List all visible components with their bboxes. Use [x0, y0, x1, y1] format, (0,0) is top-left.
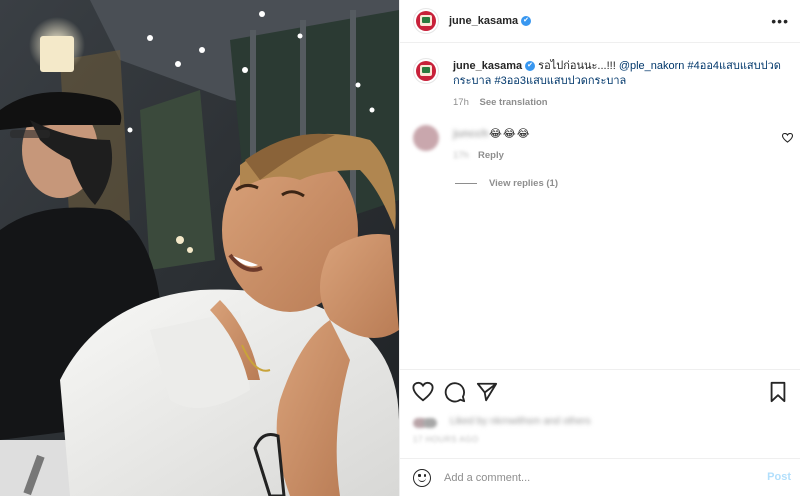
- caption-body: june_kasama ✔ รอไปก่อนนะ...!!! @ple_nakor…: [453, 59, 798, 110]
- reply-button[interactable]: Reply: [478, 150, 504, 161]
- photo-illustration: [0, 0, 399, 496]
- comment-icon[interactable]: [444, 381, 466, 403]
- post-photo[interactable]: [0, 0, 399, 496]
- emoji-icon[interactable]: [413, 469, 431, 487]
- share-icon[interactable]: [476, 381, 498, 403]
- instagram-post-modal: june_kasama ✔ ••• june_kasama ✔ รอไปก่อนน…: [0, 0, 800, 496]
- post-timestamp[interactable]: 17 HOURS AGO: [413, 435, 479, 444]
- caption-time[interactable]: 17h: [453, 97, 469, 108]
- author-avatar[interactable]: [413, 8, 439, 34]
- more-options-icon[interactable]: •••: [771, 13, 789, 29]
- comment-text: 😂😂😂: [489, 128, 531, 140]
- comment-item: juncch 😂😂😂 17h Reply: [413, 125, 793, 165]
- liked-by-text[interactable]: Liked by nkrnwithsm and others: [450, 416, 591, 427]
- heart-icon[interactable]: [412, 381, 434, 403]
- verified-icon: ✔: [525, 61, 536, 72]
- caption-text: รอไปก่อนนะ...!!!: [538, 60, 619, 72]
- caption-mention-link[interactable]: @ple_nakorn: [619, 60, 685, 72]
- comment-like-heart-icon[interactable]: [782, 133, 793, 143]
- commenter-username[interactable]: juncch: [453, 128, 488, 140]
- caption-username[interactable]: june_kasama: [453, 60, 522, 72]
- comment-time[interactable]: 17h: [453, 150, 469, 161]
- post-header: june_kasama ✔ •••: [400, 0, 800, 43]
- verified-icon: ✔: [521, 16, 532, 26]
- author-username[interactable]: june_kasama: [449, 15, 518, 27]
- see-translation-link[interactable]: See translation: [480, 97, 548, 108]
- view-replies-label: View replies (1): [489, 178, 558, 189]
- caption-hashtag-link[interactable]: #3ออ3แสบแสบปวดกระบาล: [494, 75, 626, 87]
- caption-meta: 17h See translation: [453, 95, 798, 110]
- post-panel: june_kasama ✔ ••• june_kasama ✔ รอไปก่อนน…: [399, 0, 800, 496]
- add-comment-input[interactable]: [444, 469, 744, 487]
- caption-author-avatar[interactable]: [413, 58, 439, 84]
- commenter-avatar[interactable]: [413, 125, 439, 151]
- liker-avatar: [423, 418, 437, 428]
- post-actions-bar: [400, 369, 800, 413]
- bookmark-icon[interactable]: [767, 381, 789, 403]
- replies-divider: [455, 183, 477, 184]
- liked-by-row[interactable]: Liked by nkrnwithsm and others: [413, 416, 623, 430]
- view-replies-button[interactable]: View replies (1): [455, 178, 558, 189]
- post-comment-button[interactable]: Post: [767, 471, 791, 483]
- add-comment-bar: Post: [400, 458, 800, 496]
